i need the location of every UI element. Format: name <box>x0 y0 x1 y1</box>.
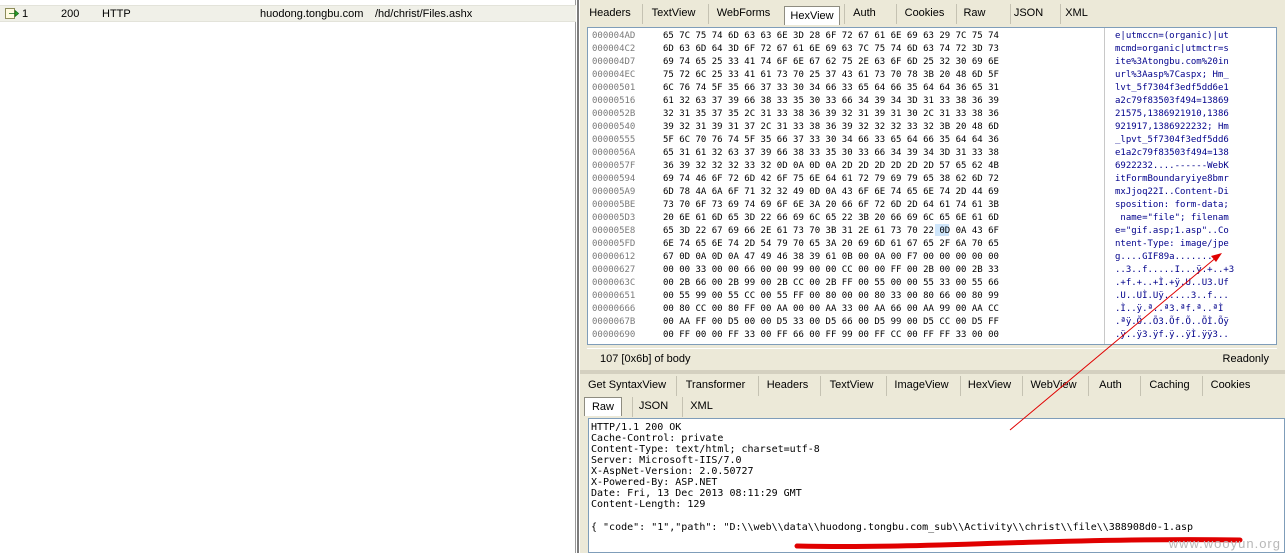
session-row[interactable]: 1 200 HTTP huodong.tongbu.com /hd/christ… <box>0 5 576 22</box>
watermark: www.wooyun.org <box>1168 536 1281 551</box>
hex-view[interactable]: 000004AD 000004C2 000004D7 000004EC 0000… <box>587 27 1277 345</box>
splitter[interactable] <box>577 0 579 553</box>
tab-resp-hexview[interactable]: HexView <box>960 376 1018 396</box>
response-body: { "code": "1","path": "D:\\web\\data\\hu… <box>591 522 1194 533</box>
tab-webforms[interactable]: WebForms <box>708 4 778 24</box>
request-tabs: Headers TextView WebForms HexView Auth C… <box>580 2 1285 25</box>
tab-resp-auth[interactable]: Auth <box>1088 376 1132 396</box>
hex-offsets: 000004AD 000004C2 000004D7 000004EC 0000… <box>592 31 636 340</box>
tab-resp-cookies[interactable]: Cookies <box>1202 376 1258 396</box>
tab-transformer[interactable]: Transformer <box>676 376 754 396</box>
tab-resp-headers[interactable]: Headers <box>758 376 816 396</box>
session-list: 1 200 HTTP huodong.tongbu.com /hd/christ… <box>0 0 576 553</box>
tab-raw[interactable]: Raw <box>956 4 992 24</box>
raw-response-view[interactable]: HTTP/1.1 200 OK Cache-Control: private C… <box>588 418 1285 553</box>
tab-resp-caching[interactable]: Caching <box>1140 376 1198 396</box>
tab-resp-webview[interactable]: WebView <box>1022 376 1084 396</box>
session-protocol: HTTP <box>102 8 131 20</box>
subtab-json[interactable]: JSON <box>632 397 674 417</box>
subtab-raw[interactable]: Raw <box>584 397 622 416</box>
body-info: 107 [0x6b] of body <box>600 353 691 365</box>
hex-bytes: 65 7C 75 74 6D 63 63 6E 3D 28 6F 72 67 6… <box>663 31 999 340</box>
hex-ascii: e|utmccn=(organic)|ut mcmd=organic|utmct… <box>1115 31 1235 340</box>
status-bar: 107 [0x6b] of body Readonly <box>587 348 1277 368</box>
session-result: 200 <box>61 8 80 20</box>
tab-hexview[interactable]: HexView <box>784 6 840 25</box>
tab-resp-textview[interactable]: TextView <box>820 376 882 396</box>
tab-headers[interactable]: Headers <box>582 4 638 24</box>
session-url: /hd/christ/Files.ashx <box>375 8 473 20</box>
tab-xml[interactable]: XML <box>1060 4 1092 24</box>
tab-get-syntaxview[interactable]: Get SyntaxView <box>582 376 672 396</box>
tab-auth[interactable]: Auth <box>844 4 884 24</box>
inspector-panel: Headers TextView WebForms HexView Auth C… <box>580 0 1285 553</box>
tab-textview[interactable]: TextView <box>642 4 704 24</box>
session-id: 1 <box>22 8 29 20</box>
session-host: huodong.tongbu.com <box>260 8 364 20</box>
response-tabs: Get SyntaxView Transformer Headers TextV… <box>580 374 1285 396</box>
response-headers: HTTP/1.1 200 OK Cache-Control: private C… <box>591 422 820 510</box>
tab-json[interactable]: JSON <box>1010 4 1046 24</box>
response-subtabs: Raw JSON XML <box>580 395 1285 417</box>
hex-separator <box>1104 28 1105 344</box>
tab-resp-imageview[interactable]: ImageView <box>886 376 956 396</box>
green-arrow-request-icon <box>5 8 20 19</box>
readonly-indicator: Readonly <box>1222 353 1269 365</box>
subtab-xml[interactable]: XML <box>682 397 720 417</box>
tab-cookies[interactable]: Cookies <box>896 4 952 24</box>
